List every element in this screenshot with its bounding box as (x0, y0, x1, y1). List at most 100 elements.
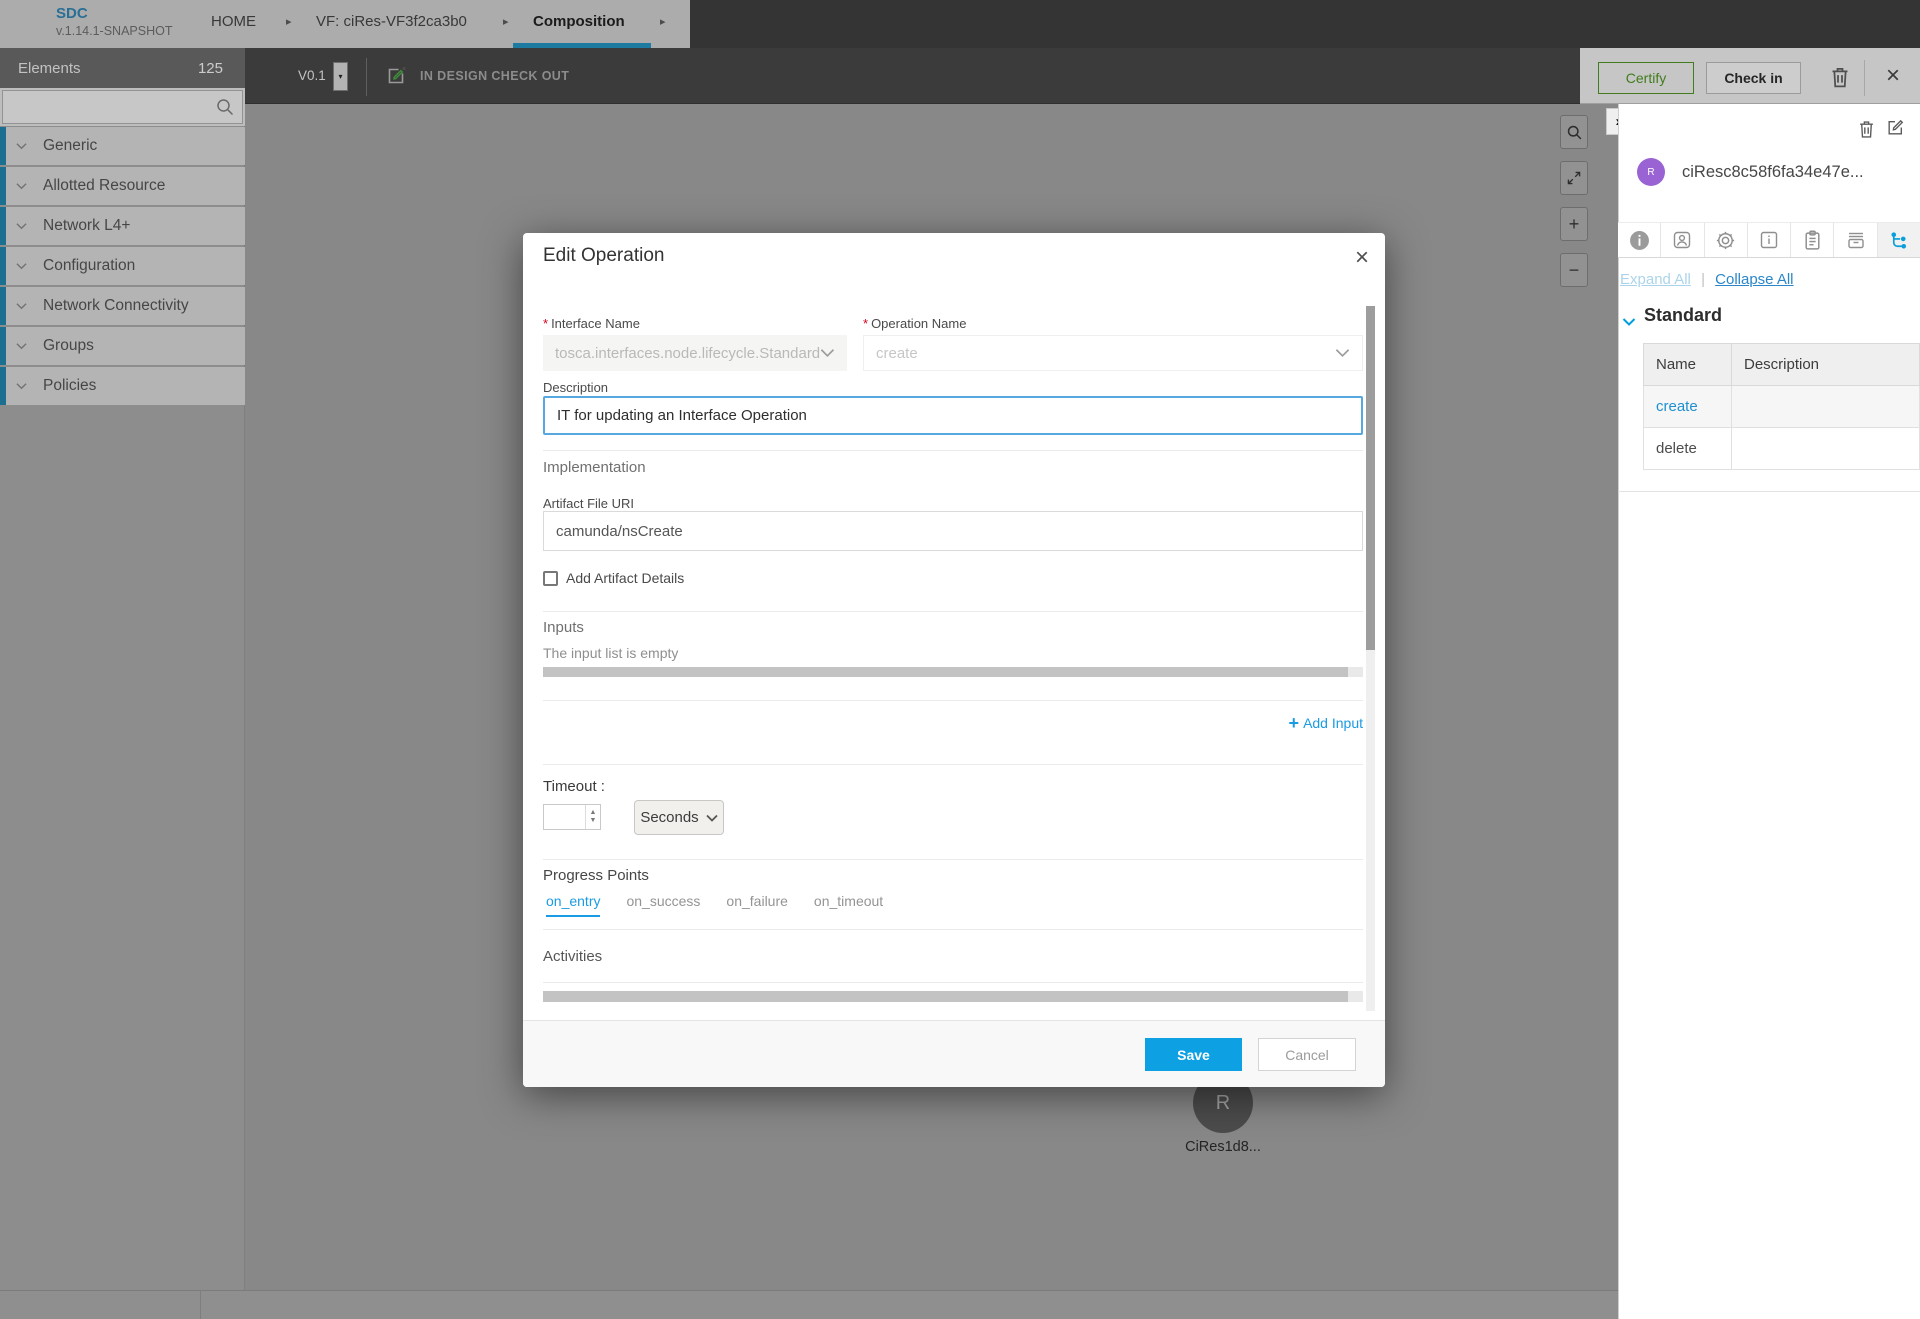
plus-icon: + (1289, 713, 1300, 733)
timeout-label: Timeout : (543, 778, 605, 795)
close-workspace-icon[interactable]: × (1878, 58, 1908, 94)
stepper-arrows[interactable]: ▲▼ (585, 805, 600, 829)
divider (543, 611, 1363, 612)
info-circle-icon (1629, 230, 1650, 251)
toolbar-divider (366, 58, 367, 96)
divider (543, 700, 1363, 701)
tab-settings[interactable] (1705, 223, 1748, 257)
operation-name-select[interactable]: create (863, 335, 1363, 371)
tab-properties[interactable] (1791, 223, 1834, 257)
modal-scrollbar[interactable] (1366, 306, 1375, 1011)
canvas-search-button[interactable] (1560, 115, 1588, 149)
tab-deployment[interactable] (1834, 223, 1877, 257)
search-icon (215, 97, 235, 117)
step-down-icon[interactable]: ▼ (590, 817, 597, 825)
sidebar-item-configuration[interactable]: Configuration (0, 247, 245, 285)
sidebar-item-network-l4[interactable]: Network L4+ (0, 207, 245, 245)
add-artifact-checkbox[interactable] (543, 571, 558, 586)
search-icon (1566, 124, 1583, 141)
delete-resource-icon[interactable] (1858, 119, 1875, 144)
scrollbar-thumb[interactable] (1366, 306, 1375, 650)
sidebar-item-policies[interactable]: Policies (0, 367, 245, 405)
search-input[interactable] (2, 90, 243, 124)
horizontal-scrollbar[interactable] (543, 667, 1363, 677)
elements-title: Elements (18, 60, 198, 77)
implementation-label: Implementation (543, 459, 646, 476)
chevron-down-icon (16, 302, 27, 310)
chevron-down-icon (16, 182, 27, 190)
expand-collapse-links: Expand All | Collapse All (1620, 271, 1794, 288)
add-artifact-label: Add Artifact Details (566, 570, 684, 586)
toolbar-divider (1864, 60, 1865, 96)
tab-resource[interactable] (1661, 223, 1704, 257)
category-stripe (0, 127, 6, 165)
tab-on-failure[interactable]: on_failure (726, 893, 788, 917)
step-up-icon[interactable]: ▲ (590, 809, 597, 817)
interface-name-select[interactable]: tosca.interfaces.node.lifecycle.Standard (543, 335, 847, 371)
close-icon[interactable]: × (1345, 241, 1379, 275)
logo-text: SDC (56, 5, 172, 24)
elements-header: Elements 125 (0, 48, 245, 88)
tab-information[interactable] (1748, 223, 1791, 257)
chevron-down-icon (16, 382, 27, 390)
zoom-in-button[interactable]: + (1560, 207, 1588, 241)
category-stripe (0, 367, 6, 405)
sidebar-item-network-connectivity[interactable]: Network Connectivity (0, 287, 245, 325)
app-logo: SDC v.1.14.1-SNAPSHOT (56, 5, 172, 39)
fullscreen-icon (1566, 170, 1582, 186)
sidebar-item-groups[interactable]: Groups (0, 327, 245, 365)
chevron-down-icon (16, 142, 27, 150)
save-button[interactable]: Save (1145, 1038, 1242, 1071)
version-value: V0.1 (298, 48, 326, 103)
cancel-button[interactable]: Cancel (1258, 1038, 1356, 1071)
app-footer (0, 1290, 1618, 1319)
version-dropdown[interactable]: ▾ (333, 62, 348, 91)
artifact-uri-input[interactable] (543, 511, 1363, 551)
operation-description (1732, 386, 1920, 428)
table-row[interactable]: delete (1644, 428, 1920, 470)
collapse-all-link[interactable]: Collapse All (1715, 271, 1793, 288)
category-stripe (0, 167, 6, 205)
breadcrumb-composition[interactable]: Composition (533, 0, 625, 43)
tab-on-entry[interactable]: on_entry (546, 893, 600, 917)
expand-all-link[interactable]: Expand All (1620, 271, 1691, 288)
interface-section-title[interactable]: Standard (1644, 305, 1722, 326)
scrollbar-thumb[interactable] (543, 991, 1348, 1002)
checkin-button[interactable]: Check in (1706, 62, 1801, 94)
sidebar-item-generic[interactable]: Generic (0, 127, 245, 165)
add-input-button[interactable]: +Add Input (1243, 713, 1363, 734)
timeout-input[interactable] (544, 805, 585, 829)
tab-general-info[interactable] (1618, 223, 1661, 257)
tab-on-success[interactable]: on_success (626, 893, 700, 917)
scrollbar-thumb[interactable] (543, 667, 1348, 677)
breadcrumb-home[interactable]: HOME (211, 0, 256, 43)
timeout-unit-select[interactable]: Seconds (634, 800, 724, 835)
edit-resource-icon[interactable] (1886, 118, 1905, 142)
divider (543, 859, 1363, 860)
canvas-fit-button[interactable] (1560, 161, 1588, 195)
chevron-down-icon (16, 262, 27, 270)
chevron-down-icon (1335, 348, 1350, 358)
modal-title: Edit Operation (543, 245, 664, 267)
progress-points-tabs: on_entry on_success on_failure on_timeou… (546, 893, 883, 917)
timeout-stepper[interactable]: ▲▼ (543, 804, 601, 830)
horizontal-scrollbar[interactable] (543, 991, 1363, 1002)
table-row[interactable]: create (1644, 386, 1920, 428)
chevron-down-icon[interactable] (1622, 314, 1636, 332)
avatar: R (1637, 158, 1665, 186)
column-name: Name (1644, 344, 1732, 386)
modal-footer (523, 1020, 1385, 1087)
operations-table: Name Description create delete (1643, 343, 1920, 470)
elements-count: 125 (198, 60, 223, 77)
divider (543, 982, 1363, 983)
section-divider (1618, 491, 1920, 492)
tab-operations-active[interactable] (1878, 223, 1920, 257)
tab-on-timeout[interactable]: on_timeout (814, 893, 883, 917)
certify-button[interactable]: Certify (1598, 62, 1694, 94)
sidebar-item-allotted-resource[interactable]: Allotted Resource (0, 167, 245, 205)
workflow-icon (1888, 230, 1909, 251)
zoom-out-button[interactable]: − (1560, 253, 1588, 287)
delete-icon[interactable] (1830, 65, 1850, 94)
breadcrumb-vf[interactable]: VF: ciRes-VF3f2ca3b0 (316, 0, 467, 43)
description-input[interactable] (543, 396, 1363, 435)
